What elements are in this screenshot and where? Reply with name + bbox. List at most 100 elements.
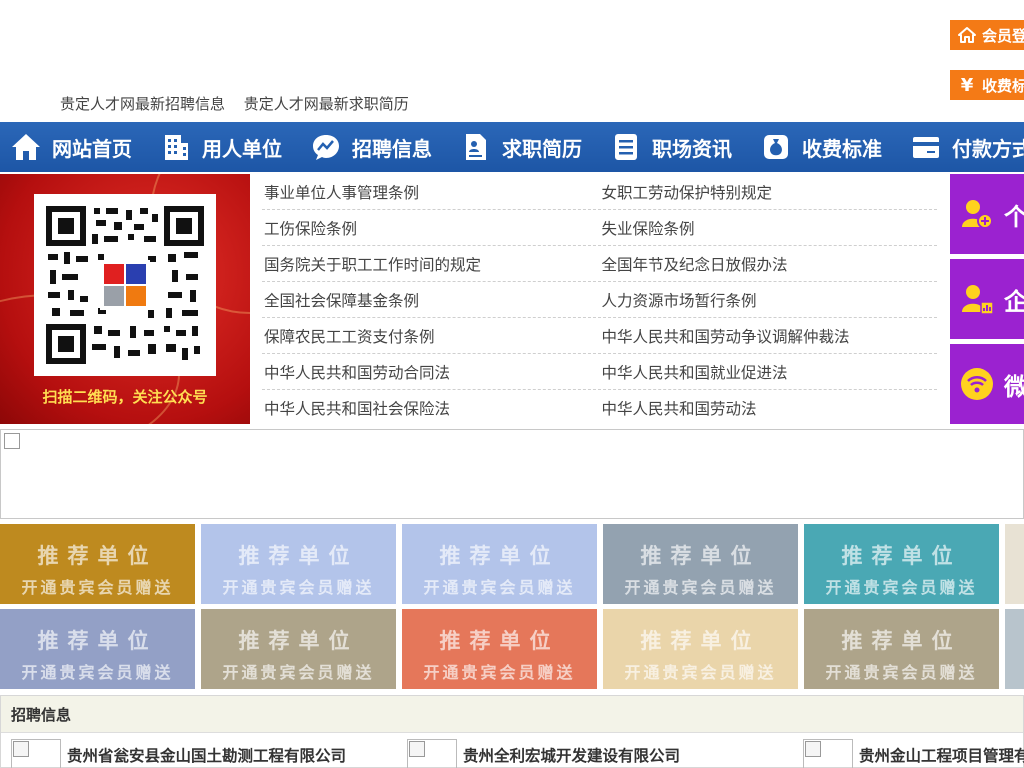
recommended-unit-title: 推荐单位 [439, 544, 560, 568]
latest-jobs-link[interactable]: 贵定人才网最新招聘信息 [60, 95, 225, 113]
law-link[interactable]: 中华人民共和国就业促进法 [600, 361, 938, 383]
recommended-unit-tile[interactable]: 推荐单位开通贵宾会员赠送 [201, 524, 396, 604]
personal-tile[interactable]: 个 [950, 174, 1024, 254]
company-name: 贵州金山工程项目管理有 [859, 747, 1024, 765]
recommended-unit-title: 推荐单位 [439, 629, 560, 653]
law-link[interactable]: 保障农民工工资支付条例 [262, 325, 600, 347]
qr-caption: 扫描二维码，关注公众号 [42, 388, 208, 406]
job-item[interactable]: 贵州金山工程项目管理有 [803, 739, 1024, 768]
recommended-unit-tile[interactable]: 推荐单位开通贵宾会员赠送 [603, 524, 798, 604]
recommended-unit-tile[interactable]: 推荐单位开通贵宾会员赠送 [804, 609, 999, 689]
recommended-unit-title: 推荐单位 [37, 544, 158, 568]
link-row: 保障农民工工资支付条例 中华人民共和国劳动争议调解仲裁法 [262, 318, 937, 354]
nav-fees-label: 收费标准 [802, 136, 882, 161]
recommended-unit-subtitle: 开通贵宾会员赠送 [1005, 574, 1024, 598]
qr-code-image [34, 194, 216, 376]
recommended-unit-title: 推荐单位 [841, 629, 962, 653]
member-login-label: 会员登 [982, 26, 1024, 45]
jobs-section-title: 招聘信息 [1, 696, 1023, 733]
enterprise-tile[interactable]: 企 [950, 259, 1024, 339]
company-name: 贵州省瓮安县金山国土勘测工程有限公司 [67, 747, 347, 765]
home-icon [10, 131, 42, 163]
law-link[interactable]: 人力资源市场暂行条例 [600, 289, 938, 311]
link-row: 全国社会保障基金条例 人力资源市场暂行条例 [262, 282, 937, 318]
main-nav: 网站首页 用人单位 招聘信息 求职简历 职场资讯 收费标准 付款方式 [0, 122, 1024, 172]
recommended-unit-subtitle: 开通贵宾会员赠送 [423, 663, 576, 682]
recommended-unit-subtitle: 开通贵宾会员赠送 [21, 663, 174, 682]
law-link[interactable]: 失业保险条例 [600, 217, 938, 239]
law-links-list: 事业单位人事管理条例 女职工劳动保护特别规定 工伤保险条例 失业保险条例 国务院… [262, 174, 937, 426]
law-link[interactable]: 中华人民共和国劳动法 [600, 397, 938, 419]
recommended-unit-title: 推荐单位 [841, 544, 962, 568]
person-chart-icon [960, 282, 994, 316]
recommended-unit-title: 推荐单位 [37, 629, 158, 653]
wechat-tile[interactable]: 微 [950, 344, 1024, 424]
nav-home-label: 网站首页 [52, 136, 132, 161]
nav-payment[interactable]: 付款方式 [900, 122, 1024, 172]
recommended-unit-tile[interactable]: 推荐单位开通贵宾会员赠送 [804, 524, 999, 604]
link-row: 国务院关于职工工作时间的规定 全国年节及纪念日放假办法 [262, 246, 937, 282]
law-link[interactable]: 工伤保险条例 [262, 217, 600, 239]
wechat-tile-label: 微 [1004, 372, 1024, 401]
header-links: 贵定人才网最新招聘信息 贵定人才网最新求职简历 [60, 93, 423, 114]
recommended-unit-subtitle: 开通贵宾会员赠送 [825, 578, 978, 597]
law-link[interactable]: 女职工劳动保护特别规定 [600, 181, 938, 203]
law-link[interactable]: 全国社会保障基金条例 [262, 289, 600, 311]
job-item[interactable]: 贵州全利宏城开发建设有限公司 [407, 739, 680, 768]
member-login-button[interactable]: 会员登 [950, 20, 1024, 50]
nav-fees[interactable]: 收费标准 [750, 122, 900, 172]
fee-standard-label: 收费标 [982, 76, 1024, 95]
nav-news[interactable]: 职场资讯 [600, 122, 750, 172]
link-row: 中华人民共和国社会保险法 中华人民共和国劳动法 [262, 390, 937, 426]
recommended-unit-subtitle: 开通贵宾会员赠送 [624, 663, 777, 682]
home-icon [958, 26, 976, 44]
chart-bubble-icon [310, 131, 342, 163]
recommended-unit-tile[interactable]: 推荐单位开通贵宾会员赠送 [201, 609, 396, 689]
law-link[interactable]: 中华人民共和国社会保险法 [262, 397, 600, 419]
latest-resumes-link[interactable]: 贵定人才网最新求职简历 [244, 95, 409, 113]
recommended-unit-tile[interactable]: 推荐单位开通贵宾会员赠送 [402, 524, 597, 604]
enterprise-tile-label: 企 [1004, 287, 1024, 316]
recommended-unit-tile[interactable]: 推荐单位开通贵宾会员赠送 [1005, 609, 1024, 689]
nav-resumes-label: 求职简历 [502, 136, 582, 161]
building-icon [160, 131, 192, 163]
recommended-unit-title: 推荐单位 [640, 544, 761, 568]
link-row: 事业单位人事管理条例 女职工劳动保护特别规定 [262, 174, 937, 210]
recommended-unit-title: 推荐单位 [1005, 540, 1024, 570]
jobs-section: 招聘信息 贵州省瓮安县金山国土勘测工程有限公司 贵州全利宏城开发建设有限公司 贵… [0, 695, 1024, 768]
fee-standard-button[interactable]: ¥ 收费标 [950, 70, 1024, 100]
law-link[interactable]: 全国年节及纪念日放假办法 [600, 253, 938, 275]
yen-icon: ¥ [960, 74, 974, 96]
recommended-unit-subtitle: 开通贵宾会员赠送 [624, 578, 777, 597]
qr-code-panel: 扫描二维码，关注公众号 [0, 174, 250, 424]
recommended-unit-tile[interactable]: 推荐单位开通贵宾会员赠送 [603, 609, 798, 689]
recommended-unit-subtitle: 开通贵宾会员赠送 [423, 578, 576, 597]
job-item[interactable]: 贵州省瓮安县金山国土勘测工程有限公司 [11, 739, 346, 768]
law-link[interactable]: 国务院关于职工工作时间的规定 [262, 253, 600, 275]
link-row: 中华人民共和国劳动合同法 中华人民共和国就业促进法 [262, 354, 937, 390]
recommended-unit-subtitle: 开通贵宾会员赠送 [222, 663, 375, 682]
broken-image-icon [4, 433, 20, 449]
recommended-unit-title: 推荐单位 [640, 629, 761, 653]
recommended-unit-tile[interactable]: 推荐单位开通贵宾会员赠送 [1005, 524, 1024, 604]
personal-tile-label: 个 [1004, 202, 1024, 231]
resume-icon [460, 131, 492, 163]
banner-ad[interactable] [0, 429, 1024, 519]
nav-employers[interactable]: 用人单位 [150, 122, 300, 172]
nav-resumes[interactable]: 求职简历 [450, 122, 600, 172]
recommended-unit-tile[interactable]: 推荐单位开通贵宾会员赠送 [402, 609, 597, 689]
nav-jobs[interactable]: 招聘信息 [300, 122, 450, 172]
recommended-unit-tile[interactable]: 推荐单位开通贵宾会员赠送 [0, 609, 195, 689]
company-logo [803, 739, 853, 768]
company-name: 贵州全利宏城开发建设有限公司 [463, 747, 681, 765]
money-bag-icon [760, 131, 792, 163]
recommended-unit-subtitle: 开通贵宾会员赠送 [1005, 659, 1024, 683]
news-icon [610, 131, 642, 163]
nav-home[interactable]: 网站首页 [0, 122, 150, 172]
law-link[interactable]: 中华人民共和国劳动合同法 [262, 361, 600, 383]
recommended-unit-tile[interactable]: 推荐单位开通贵宾会员赠送 [0, 524, 195, 604]
recommended-unit-subtitle: 开通贵宾会员赠送 [825, 663, 978, 682]
law-link[interactable]: 事业单位人事管理条例 [262, 181, 600, 203]
qr-code-icon [46, 206, 204, 364]
law-link[interactable]: 中华人民共和国劳动争议调解仲裁法 [600, 325, 938, 347]
